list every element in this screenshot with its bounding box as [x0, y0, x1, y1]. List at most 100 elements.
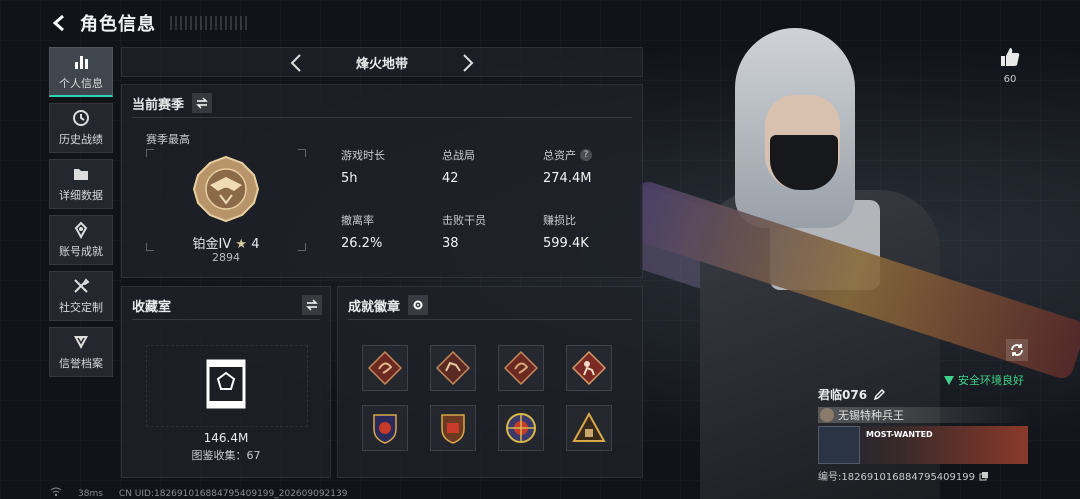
badge-item[interactable] [566, 345, 612, 391]
avatar [820, 408, 834, 422]
banner-thumbnail [818, 426, 860, 464]
mode-selector: 烽火地带 [121, 47, 643, 77]
season-switch-button[interactable] [192, 93, 213, 113]
divider [132, 319, 320, 320]
rank-points: 2894 [212, 251, 240, 264]
beast-badge-icon [436, 351, 470, 385]
player-id-row: 编号:1826910168847954091​99 [818, 468, 1030, 483]
stat-label-row: 总资产 ? [543, 147, 633, 163]
stat-extraction-rate: 撤离率 26.2% [341, 212, 442, 251]
achievement-icon [74, 221, 88, 239]
collection-switch-button[interactable] [302, 295, 322, 315]
badges-panel: 成就徽章 [337, 286, 643, 478]
collection-value: 146.4M [203, 431, 249, 445]
safe-shield-icon [944, 376, 954, 385]
sidebar-item-label: 历史战绩 [59, 133, 103, 146]
swap-icon [196, 97, 208, 109]
like-button[interactable]: 60 [996, 46, 1024, 85]
collection-panel: 收藏室 146.4M 图鉴收集：67 [121, 286, 331, 478]
season-stats: 游戏时长 5h 总战局 42 总资产 ? 274.4M 撤离率 26.2% 击败… [341, 147, 631, 251]
stat-total-matches: 总战局 42 [442, 147, 543, 186]
stat-value: 38 [442, 236, 459, 251]
sidebar-item-label: 详细数据 [59, 189, 103, 202]
ping-value: 38ms [78, 488, 103, 499]
badge-item[interactable] [498, 345, 544, 391]
back-arrow-icon [52, 14, 64, 32]
player-title-row: 无锡特种兵王 [818, 407, 1030, 423]
collection-count: 图鉴收集：67 [191, 449, 261, 462]
badge-item[interactable] [362, 345, 408, 391]
sidebar-item-details[interactable]: 详细数据 [49, 159, 113, 209]
player-title: 无锡特种兵王 [838, 409, 904, 422]
swap-icon [306, 299, 318, 311]
banner-text: MOST-WANTED [866, 430, 933, 439]
stat-profit-loss-ratio: 赚损比 599.4K [543, 212, 633, 251]
mode-prev-button[interactable] [284, 51, 308, 75]
badge-item[interactable] [498, 405, 544, 451]
stat-play-time: 游戏时长 5h [341, 147, 442, 186]
shield-icon [74, 336, 88, 349]
chevron-left-icon [290, 54, 301, 72]
refresh-icon [1011, 344, 1023, 356]
sidebar-item-achievements[interactable]: 账号成就 [49, 215, 113, 265]
divider [348, 319, 632, 320]
badge-item[interactable] [430, 345, 476, 391]
refresh-button[interactable] [1006, 339, 1028, 361]
triangle-badge-icon [572, 411, 606, 442]
thumbs-up-icon [1001, 48, 1020, 66]
stat-value: 42 [442, 171, 459, 186]
season-panel: 当前赛季 赛季最高 铂金IV ★ 4 2894 游戏时长 5h 总战局 42 总… [121, 84, 643, 278]
uid-text: CN UID:1826910168847954091​99_2026090921… [118, 488, 348, 499]
rank-tier: 铂金IV [192, 237, 232, 252]
like-count: 60 [1003, 74, 1017, 85]
stat-value: 599.4K [543, 236, 589, 251]
help-icon[interactable]: ? [580, 149, 592, 161]
dragon-badge-icon [504, 351, 538, 385]
edit-icon[interactable] [873, 388, 886, 401]
soldier-badge-icon [572, 351, 606, 385]
sidebar-item-social[interactable]: 社交定制 [49, 271, 113, 321]
badges-settings-button[interactable] [408, 295, 429, 315]
sidebar-item-profile[interactable]: 个人信息 [49, 47, 113, 97]
star-icon: ★ [235, 237, 248, 252]
tools-icon [74, 278, 90, 293]
rank-name: 铂金IV ★ 4 [146, 233, 306, 252]
bar-chart-icon [75, 55, 88, 69]
crest-badge-icon [373, 414, 397, 444]
player-banner[interactable]: MOST-WANTED [818, 426, 1028, 464]
page-header: 角色信息 [48, 8, 250, 38]
badge-item[interactable] [362, 405, 408, 451]
medal-badge-icon [506, 413, 536, 443]
season-best-label: 赛季最高 [146, 133, 190, 146]
display-case-icon[interactable] [206, 359, 246, 409]
stat-value: 26.2% [341, 236, 383, 251]
divider [132, 117, 632, 118]
sidebar-item-reputation[interactable]: 信誉档案 [49, 327, 113, 377]
mode-next-button[interactable] [456, 51, 480, 75]
badge-item[interactable] [566, 405, 612, 451]
sidebar-item-history[interactable]: 历史战绩 [49, 103, 113, 153]
sidebar-item-label: 社交定制 [59, 301, 103, 314]
sidebar-item-label: 个人信息 [59, 76, 103, 90]
back-button[interactable] [48, 12, 70, 34]
stat-label: 总资产 [543, 149, 576, 162]
stat-label: 击败干员 [442, 214, 486, 227]
crest-badge-icon [441, 414, 465, 444]
stat-label: 撤离率 [341, 214, 374, 227]
stat-total-assets: 总资产 ? 274.4M [543, 147, 633, 186]
wifi-icon [50, 487, 62, 499]
folder-icon [74, 169, 88, 180]
badge-item[interactable] [430, 405, 476, 451]
player-id: 编号:1826910168847954091​99 [818, 472, 975, 483]
rank-stars: 4 [251, 237, 260, 252]
copy-icon[interactable] [979, 471, 989, 481]
player-name-row: 君临076 [818, 386, 1030, 403]
clock-icon [73, 110, 89, 126]
season-title: 当前赛季 [132, 97, 185, 113]
collection-title: 收藏室 [132, 299, 172, 315]
mode-name: 烽火地带 [355, 56, 408, 72]
dragon-badge-icon [368, 351, 402, 385]
sidebar-item-label: 账号成就 [59, 245, 103, 258]
gear-icon [413, 300, 423, 310]
sidebar-item-label: 信誉档案 [59, 357, 103, 370]
